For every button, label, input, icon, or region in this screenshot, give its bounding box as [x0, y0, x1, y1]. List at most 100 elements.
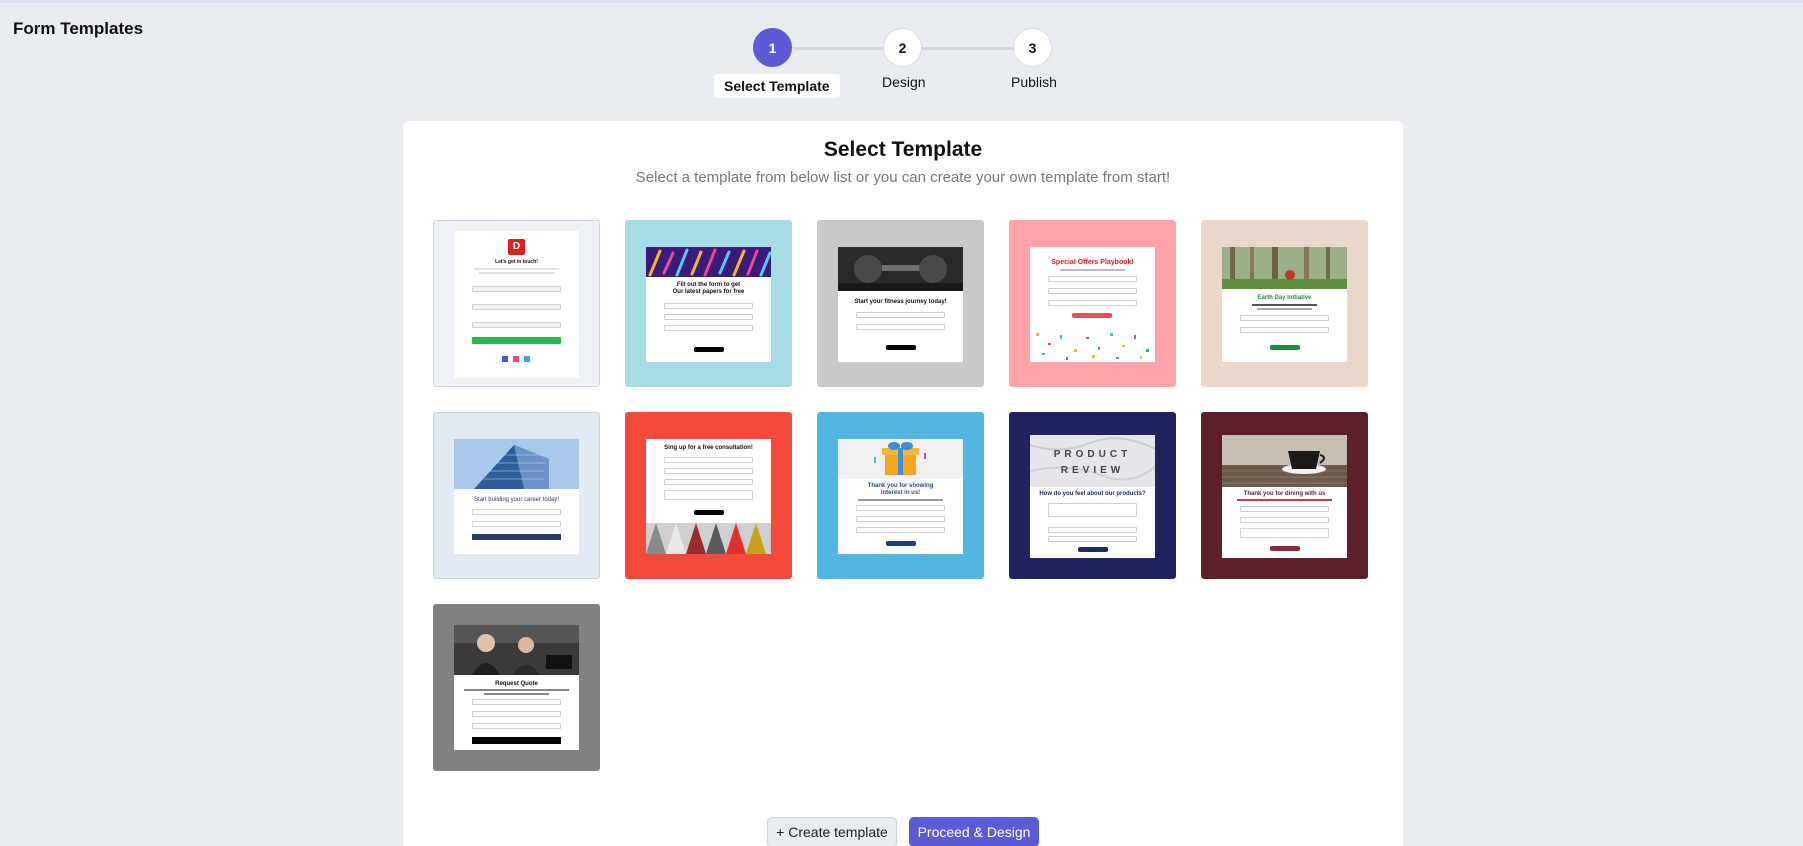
twitter-icon [524, 356, 530, 362]
template-heading: Thank you for dining with us [1243, 491, 1326, 497]
submit-button-preview [694, 347, 724, 352]
instagram-icon [513, 356, 519, 362]
card-subtitle: Select a template from below list or you… [635, 169, 1171, 186]
form-field [472, 521, 561, 527]
step-3-circle[interactable]: 3 [1013, 28, 1052, 67]
form-field [664, 325, 753, 331]
template-tile-dining[interactable]: Thank you for dining with us [1201, 412, 1368, 579]
template-preview: Request Quote [454, 625, 579, 750]
text-line [858, 499, 943, 501]
confetti-image [1036, 333, 1149, 360]
step-3-label: Publish [1011, 74, 1057, 90]
template-tile-contact[interactable]: D Let's get in touch! [433, 220, 600, 387]
text-line [1252, 304, 1317, 306]
stepper: 1 Select Template 2 Design 3 Publish [0, 0, 1803, 100]
template-heading: Sing up for a free consultation! [664, 445, 753, 451]
submit-button-preview [1078, 547, 1108, 552]
template-preview: Thank you for showing interest in us! [838, 439, 963, 554]
form-field [1048, 503, 1137, 517]
template-preview: Earth Day Initiative [1222, 247, 1347, 362]
template-heading-line2: interest in us! [880, 490, 921, 496]
form-field [1240, 506, 1329, 512]
form-field [664, 303, 753, 309]
form-field [1048, 288, 1137, 294]
form-field [856, 324, 945, 330]
template-preview: Thank you for dining with us [1222, 435, 1347, 558]
form-field [664, 490, 753, 500]
proceed-design-button[interactable]: Proceed & Design [909, 817, 1039, 846]
facebook-icon [502, 356, 508, 362]
submit-button-preview [694, 510, 724, 515]
form-field [1240, 528, 1329, 538]
text-line [464, 689, 569, 691]
template-tile-fitness[interactable]: Start your fitness journey today! [817, 220, 984, 387]
fitness-image [838, 247, 963, 291]
form-field [664, 457, 753, 463]
form-field [472, 509, 561, 515]
template-heading: Start building your career today! [473, 497, 560, 503]
template-tile-consultation[interactable]: Sing up for a free consultation! [625, 412, 792, 579]
form-field [1048, 527, 1137, 533]
card-title: Select Template [823, 138, 983, 161]
template-heading-line2: Our latest papers for free [672, 289, 745, 295]
template-tile-earth-day[interactable]: Earth Day Initiative [1201, 220, 1368, 387]
template-tile-request-quote[interactable]: Request Quote [433, 604, 600, 771]
template-heading: Let's get in touch! [495, 259, 538, 265]
template-preview: D Let's get in touch! [454, 231, 579, 378]
form-field [664, 314, 753, 320]
template-heading: Special Offers Playbook! [1051, 259, 1134, 266]
template-tile-offers[interactable]: Special Offers Playbook! [1009, 220, 1176, 387]
template-tile-product-review[interactable]: PRODUCT REVIEW How do you feel about our… [1009, 412, 1176, 579]
template-preview: Fill out the form to get Our latest pape… [646, 247, 771, 362]
template-tile-career[interactable]: Start building your career today! [433, 412, 600, 579]
form-field [856, 527, 945, 533]
template-heading: Start your fitness journey today! [854, 299, 947, 305]
form-field [1240, 517, 1329, 523]
text-line [484, 693, 549, 695]
create-template-button[interactable]: + Create template [767, 817, 897, 846]
template-preview: Special Offers Playbook! [1030, 247, 1155, 362]
submit-button-preview [472, 337, 561, 344]
template-heading: Earth Day Initiative [1257, 295, 1312, 301]
form-field [472, 723, 561, 729]
template-tile-papers[interactable]: Fill out the form to get Our latest pape… [625, 220, 792, 387]
form-field [472, 699, 561, 705]
gift-image [838, 439, 963, 479]
text-line [474, 268, 559, 270]
svg-text:REVIEW: REVIEW [1061, 465, 1124, 476]
pattern-image [646, 247, 771, 277]
step-2-circle[interactable]: 2 [883, 28, 922, 67]
form-field [856, 505, 945, 511]
submit-button-preview [1072, 313, 1112, 318]
template-selection-card: Select Template Select a template from b… [403, 121, 1403, 846]
forest-image [1222, 247, 1347, 289]
form-field [472, 711, 561, 717]
form-field [1240, 315, 1329, 321]
submit-button-preview [886, 345, 916, 350]
building-image [454, 439, 579, 489]
form-field [472, 322, 561, 328]
step-1-circle[interactable]: 1 [753, 28, 792, 67]
pattern-image [646, 523, 771, 554]
template-preview: Sing up for a free consultation! [646, 439, 771, 554]
form-field [664, 468, 753, 474]
template-tile-interest[interactable]: Thank you for showing interest in us! [817, 412, 984, 579]
call-center-image [454, 625, 579, 675]
form-field [472, 304, 561, 310]
form-field [472, 286, 561, 292]
template-heading: Request Quote [495, 681, 538, 687]
logo-icon: D [508, 239, 525, 255]
submit-button-preview [472, 737, 561, 744]
template-preview: Start your fitness journey today! [838, 247, 963, 362]
submit-button-preview [1270, 546, 1300, 551]
template-preview: PRODUCT REVIEW How do you feel about our… [1030, 435, 1155, 558]
form-field [1240, 327, 1329, 333]
submit-button-preview [886, 541, 916, 546]
marble-image: PRODUCT REVIEW [1030, 435, 1155, 487]
submit-button-preview [472, 534, 561, 540]
text-line [1257, 308, 1312, 310]
form-field [1048, 276, 1137, 282]
form-field [1048, 536, 1137, 542]
step-1-label: Select Template [714, 74, 840, 98]
coffee-image [1222, 435, 1347, 487]
